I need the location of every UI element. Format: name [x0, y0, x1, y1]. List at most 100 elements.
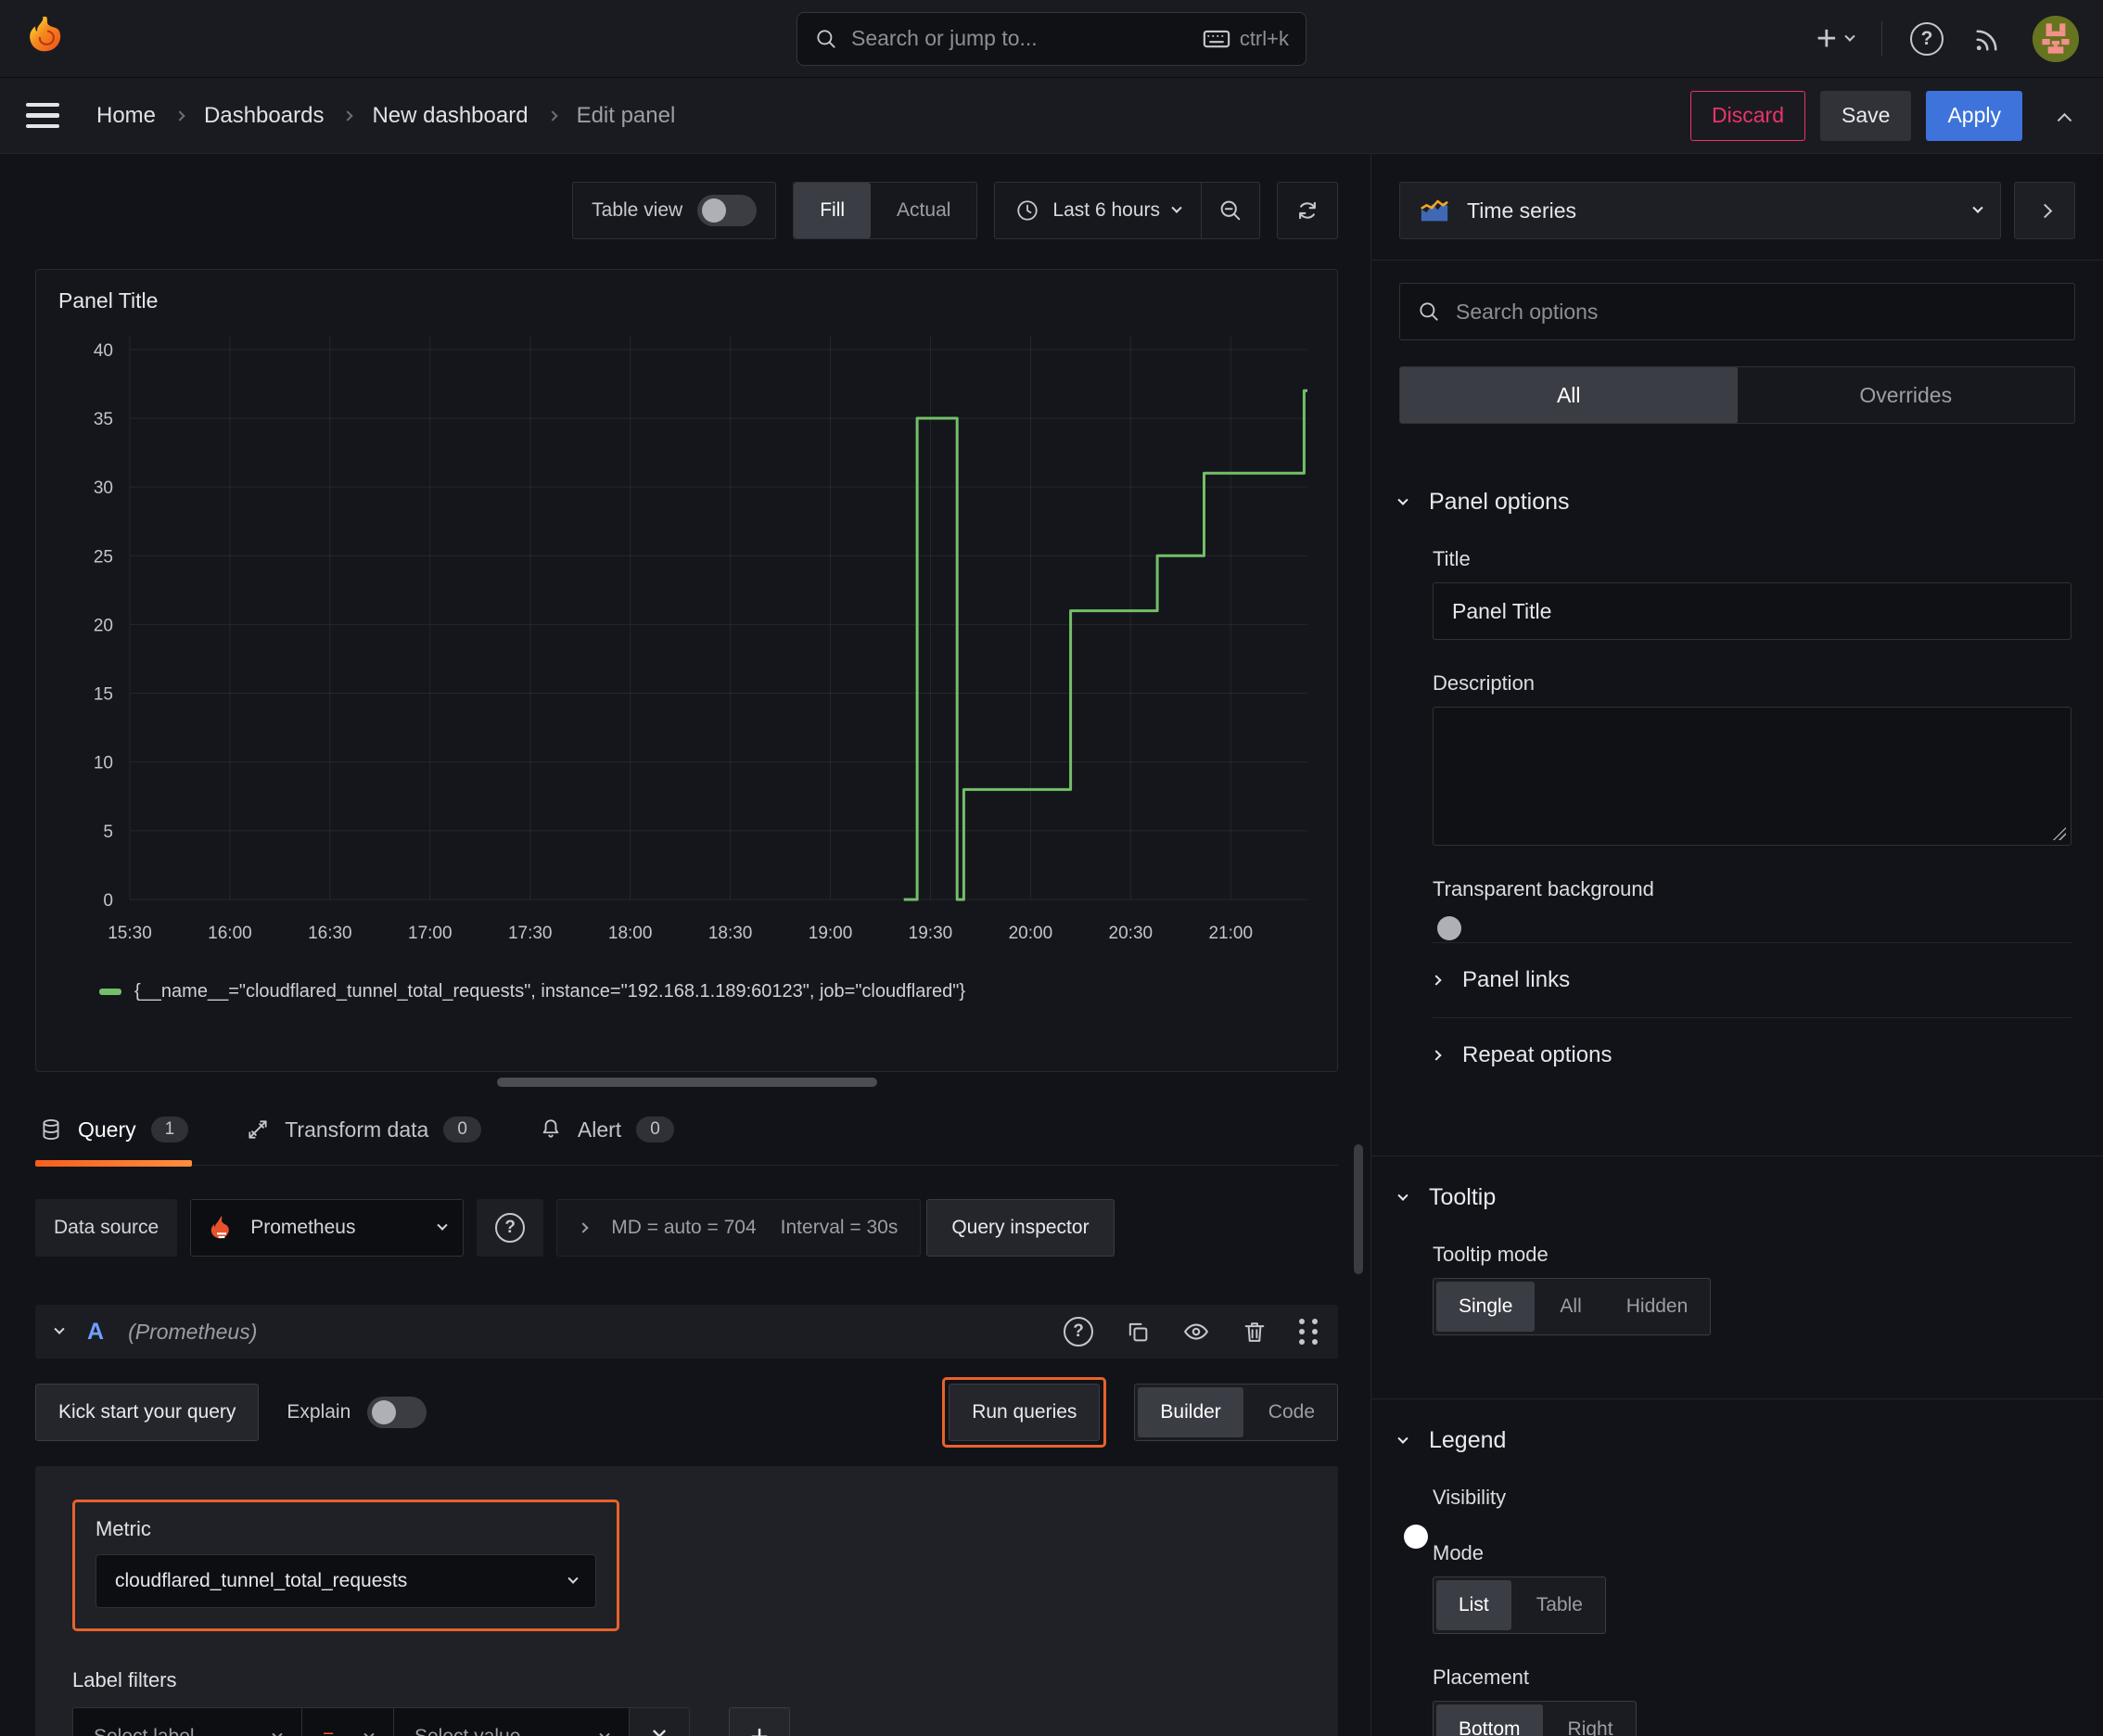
resize-handle-icon[interactable] [2051, 825, 2066, 840]
visualization-picker[interactable]: Time series [1399, 182, 2001, 239]
options-search[interactable] [1399, 283, 2075, 340]
legend-placement-right[interactable]: Right [1546, 1702, 1636, 1736]
tab-transform-data[interactable]: Transform data 0 [242, 1104, 485, 1165]
collapse-options-button[interactable] [2052, 97, 2077, 134]
transform-icon [249, 1120, 267, 1139]
user-avatar[interactable] [2033, 15, 2079, 62]
datasource-help-button[interactable]: ? [477, 1199, 544, 1257]
query-help-icon[interactable]: ? [1064, 1317, 1093, 1347]
legend-mode-table[interactable]: Table [1514, 1577, 1605, 1633]
apply-button[interactable]: Apply [1926, 90, 2022, 141]
fill-option[interactable]: Fill [794, 183, 872, 238]
table-view-toggle[interactable] [697, 195, 758, 226]
chart-svg[interactable]: 0 5 10 15 20 25 30 35 40 15:30 16:00 16:30 17:00 17:3… [51, 323, 1321, 972]
description-textarea[interactable] [1433, 707, 2071, 846]
remove-filter-button[interactable]: ✕ [629, 1707, 690, 1736]
question-icon: ? [1920, 27, 1933, 49]
duplicate-icon[interactable] [1125, 1319, 1151, 1345]
legend-mode-list[interactable]: List [1436, 1580, 1511, 1630]
grafana-logo-icon[interactable] [24, 13, 69, 65]
svg-text:0: 0 [103, 891, 113, 911]
metric-select[interactable]: cloudflared_tunnel_total_requests [96, 1554, 596, 1608]
horizontal-scrollbar[interactable] [496, 1078, 877, 1087]
repeat-options-row[interactable]: Repeat options [1431, 1017, 2071, 1092]
refresh-button[interactable] [1277, 182, 1338, 239]
select-value-dropdown[interactable]: Select value [393, 1707, 630, 1736]
eye-icon[interactable] [1182, 1318, 1210, 1346]
operator-dropdown[interactable]: = [301, 1707, 394, 1736]
tooltip-mode-single[interactable]: Single [1436, 1282, 1536, 1332]
toggle-viz-picker-button[interactable] [2014, 182, 2075, 239]
vertical-scrollbar[interactable] [1354, 1144, 1363, 1274]
series-color-swatch[interactable] [99, 989, 121, 995]
menu-toggle-icon[interactable] [26, 102, 59, 129]
tooltip-header[interactable]: Tooltip [1397, 1184, 2071, 1211]
select-label-dropdown[interactable]: Select label [72, 1707, 302, 1736]
help-button[interactable]: ? [1910, 21, 1944, 56]
tab-alert[interactable]: Alert 0 [535, 1104, 678, 1165]
chevron-down-icon [1397, 1190, 1408, 1201]
options-search-input[interactable] [1456, 299, 2058, 325]
legend-header[interactable]: Legend [1397, 1427, 2071, 1454]
tab-transform-label: Transform data [285, 1117, 429, 1142]
tab-all[interactable]: All [1400, 367, 1738, 423]
builder-option[interactable]: Builder [1138, 1387, 1243, 1437]
live-broadcast-icon[interactable] [1971, 22, 2005, 56]
kickstart-query-button[interactable]: Kick start your query [35, 1384, 260, 1441]
zoom-out-button[interactable] [1202, 183, 1259, 238]
chevron-down-icon [272, 1729, 283, 1736]
legend-placement-bottom[interactable]: Bottom [1436, 1704, 1543, 1736]
svg-text:17:00: 17:00 [408, 924, 452, 943]
code-option[interactable]: Code [1246, 1385, 1337, 1440]
chevron-right-icon [342, 109, 354, 121]
discard-button[interactable]: Discard [1690, 90, 1806, 141]
panel-options-header[interactable]: Panel options [1397, 489, 2071, 516]
divider [1881, 20, 1882, 57]
metric-label: Metric [96, 1517, 151, 1540]
tab-overrides[interactable]: Overrides [1738, 367, 2075, 423]
database-icon [43, 1119, 59, 1140]
drag-handle-icon[interactable] [1299, 1319, 1305, 1324]
tooltip-section: Tooltip Tooltip mode Single All Hidden [1371, 1155, 2103, 1367]
collapse-query-icon[interactable] [54, 1323, 65, 1334]
series-label[interactable]: {__name__="cloudflared_tunnel_total_requ… [134, 981, 965, 1002]
add-filter-button[interactable]: + [729, 1707, 790, 1736]
legend-placement-label: Placement [1433, 1666, 1529, 1689]
actual-option[interactable]: Actual [871, 183, 976, 238]
panel-links-row[interactable]: Panel links [1431, 942, 2071, 1017]
breadcrumb: Home Dashboards New dashboard Edit panel [96, 103, 675, 129]
search-input[interactable] [851, 26, 1190, 51]
chevron-right-icon [1431, 975, 1442, 986]
add-menu-button[interactable]: + [1816, 19, 1855, 58]
metric-value: cloudflared_tunnel_total_requests [115, 1570, 408, 1591]
datasource-picker[interactable]: Prometheus [190, 1199, 465, 1257]
query-inspector-button[interactable]: Query inspector [926, 1199, 1115, 1257]
description-label: Description [1433, 671, 1536, 695]
run-queries-button[interactable]: Run queries [949, 1384, 1101, 1441]
plus-icon: + [1816, 19, 1837, 58]
chart-legend: {__name__="cloudflared_tunnel_total_requ… [99, 981, 1322, 1002]
visibility-label: Visibility [1433, 1486, 1507, 1509]
breadcrumb-new-dashboard[interactable]: New dashboard [372, 103, 528, 129]
tab-query[interactable]: Query 1 [35, 1104, 193, 1167]
chevron-down-icon [363, 1729, 375, 1736]
legend-mode-label: Mode [1433, 1541, 1485, 1564]
breadcrumb-home[interactable]: Home [96, 103, 156, 129]
svg-text:16:30: 16:30 [308, 924, 352, 943]
global-search[interactable]: ctrl+k [797, 11, 1306, 66]
time-range-button[interactable]: Last 6 hours [995, 183, 1202, 238]
trash-icon[interactable] [1242, 1319, 1268, 1345]
svg-text:17:30: 17:30 [508, 924, 553, 943]
tooltip-mode-all[interactable]: All [1537, 1279, 1603, 1334]
save-button[interactable]: Save [1820, 90, 1912, 141]
zoom-out-icon [1220, 200, 1241, 221]
query-options-summary[interactable]: MD = auto = 704 Interval = 30s [556, 1199, 922, 1257]
svg-text:21:00: 21:00 [1208, 924, 1253, 943]
search-icon [1417, 300, 1441, 324]
explain-toggle[interactable] [367, 1397, 427, 1428]
breadcrumb-dashboards[interactable]: Dashboards [204, 103, 324, 129]
tooltip-mode-hidden[interactable]: Hidden [1604, 1279, 1711, 1334]
query-row-header[interactable]: A (Prometheus) ? [35, 1305, 1338, 1359]
edit-panel-content: Table view Fill Actual Last 6 hours Pane… [0, 154, 1370, 1736]
panel-title-input[interactable] [1433, 582, 2071, 640]
